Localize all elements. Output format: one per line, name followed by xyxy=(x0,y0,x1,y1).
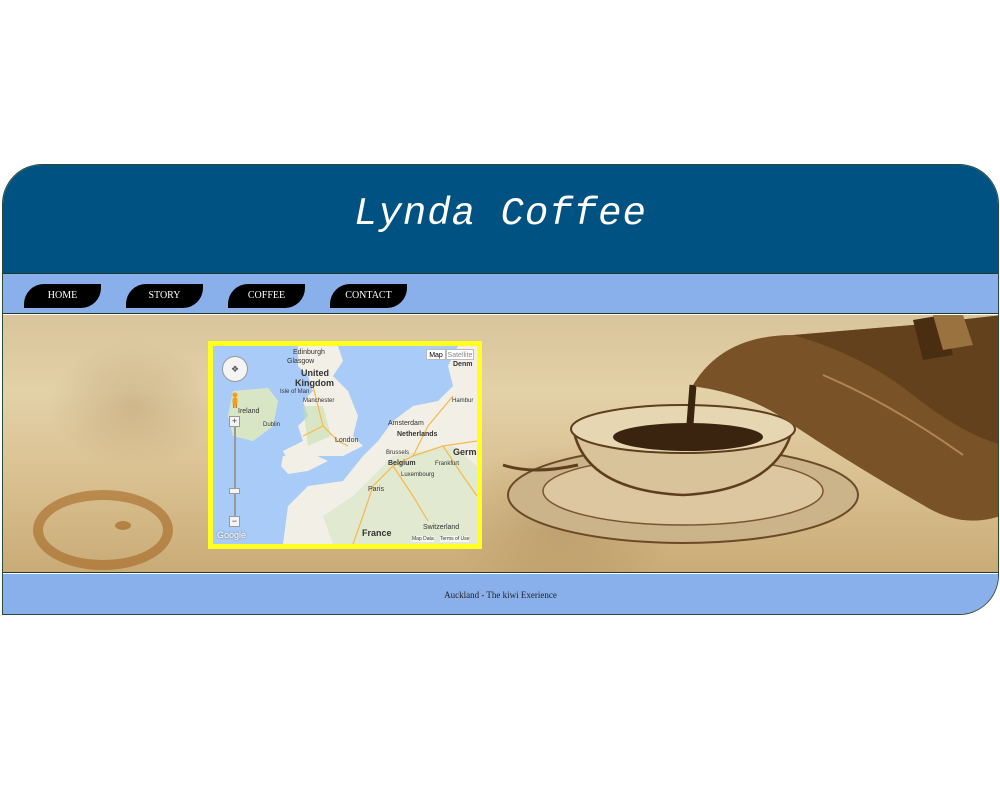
map-label-manchester: Manchester xyxy=(303,398,335,404)
map-label-london: London xyxy=(335,437,359,444)
map-label-isle-of-man: Isle of Man xyxy=(280,389,310,395)
map-label-glasgow: Glasgow xyxy=(287,358,315,365)
map-label-germany: Germa xyxy=(453,447,482,457)
site-header: Lynda Coffee xyxy=(3,165,998,274)
map-terms-link[interactable]: Terms of Use xyxy=(440,536,470,542)
map-label-luxembourg: Luxembourg xyxy=(401,472,435,478)
nav-contact-button[interactable]: CONTACT xyxy=(330,284,407,308)
map-label-ireland: Ireland xyxy=(238,408,260,415)
coffee-pot-illustration xyxy=(502,315,998,544)
map-type-satellite-button[interactable]: Satellite xyxy=(446,349,474,360)
footer-text: Auckland - The kiwi Exerience xyxy=(444,590,557,600)
pan-control-icon[interactable]: ❖ xyxy=(222,356,248,382)
hero-banner: Map Satellite Edinburgh Glasgow United K… xyxy=(3,315,998,573)
coffee-stain xyxy=(33,490,173,570)
map-label-frankfurt: Frankfurt xyxy=(435,461,460,467)
main-nav: HOME STORY COFFEE CONTACT xyxy=(3,274,998,314)
map-tiles xyxy=(213,346,477,544)
zoom-in-icon[interactable]: + xyxy=(229,416,240,427)
map-type-map-button[interactable]: Map xyxy=(426,349,446,360)
zoom-slider-track[interactable] xyxy=(234,422,236,522)
site-container: Lynda Coffee HOME STORY COFFEE CONTACT M… xyxy=(2,164,999,615)
map-label-uk-2: Kingdom xyxy=(295,378,334,388)
map-label-belgium: Belgium xyxy=(388,460,416,467)
zoom-slider-thumb[interactable] xyxy=(229,488,240,494)
site-title: Lynda Coffee xyxy=(354,192,647,236)
map-label-paris: Paris xyxy=(368,486,384,493)
map-label-netherlands: Netherlands xyxy=(397,431,438,438)
nav-home-button[interactable]: HOME xyxy=(24,284,101,308)
map-label-denmark: Denm xyxy=(453,361,473,368)
coffee-stain-drop xyxy=(115,521,131,530)
pegman-icon[interactable] xyxy=(231,392,239,408)
map-label-dublin: Dublin xyxy=(263,422,281,428)
map-label-france: France xyxy=(362,528,392,538)
map-label-amsterdam: Amsterdam xyxy=(388,420,424,427)
zoom-out-icon[interactable]: − xyxy=(229,516,240,527)
nav-coffee-button[interactable]: COFFEE xyxy=(228,284,305,308)
map-label-brussels: Brussels xyxy=(386,450,410,456)
map-label-edinburgh: Edinburgh xyxy=(293,349,325,356)
map-label-hamburg: Hambur xyxy=(452,398,474,404)
nav-story-button[interactable]: STORY xyxy=(126,284,203,308)
map-label-switzerland: Switzerland xyxy=(423,524,460,531)
map-data-link[interactable]: Map Data xyxy=(412,536,434,542)
location-map[interactable]: Map Satellite Edinburgh Glasgow United K… xyxy=(208,341,482,549)
map-label-uk-1: United xyxy=(301,368,329,378)
google-logo[interactable]: Google xyxy=(217,530,246,540)
site-footer: Auckland - The kiwi Exerience xyxy=(3,574,998,614)
